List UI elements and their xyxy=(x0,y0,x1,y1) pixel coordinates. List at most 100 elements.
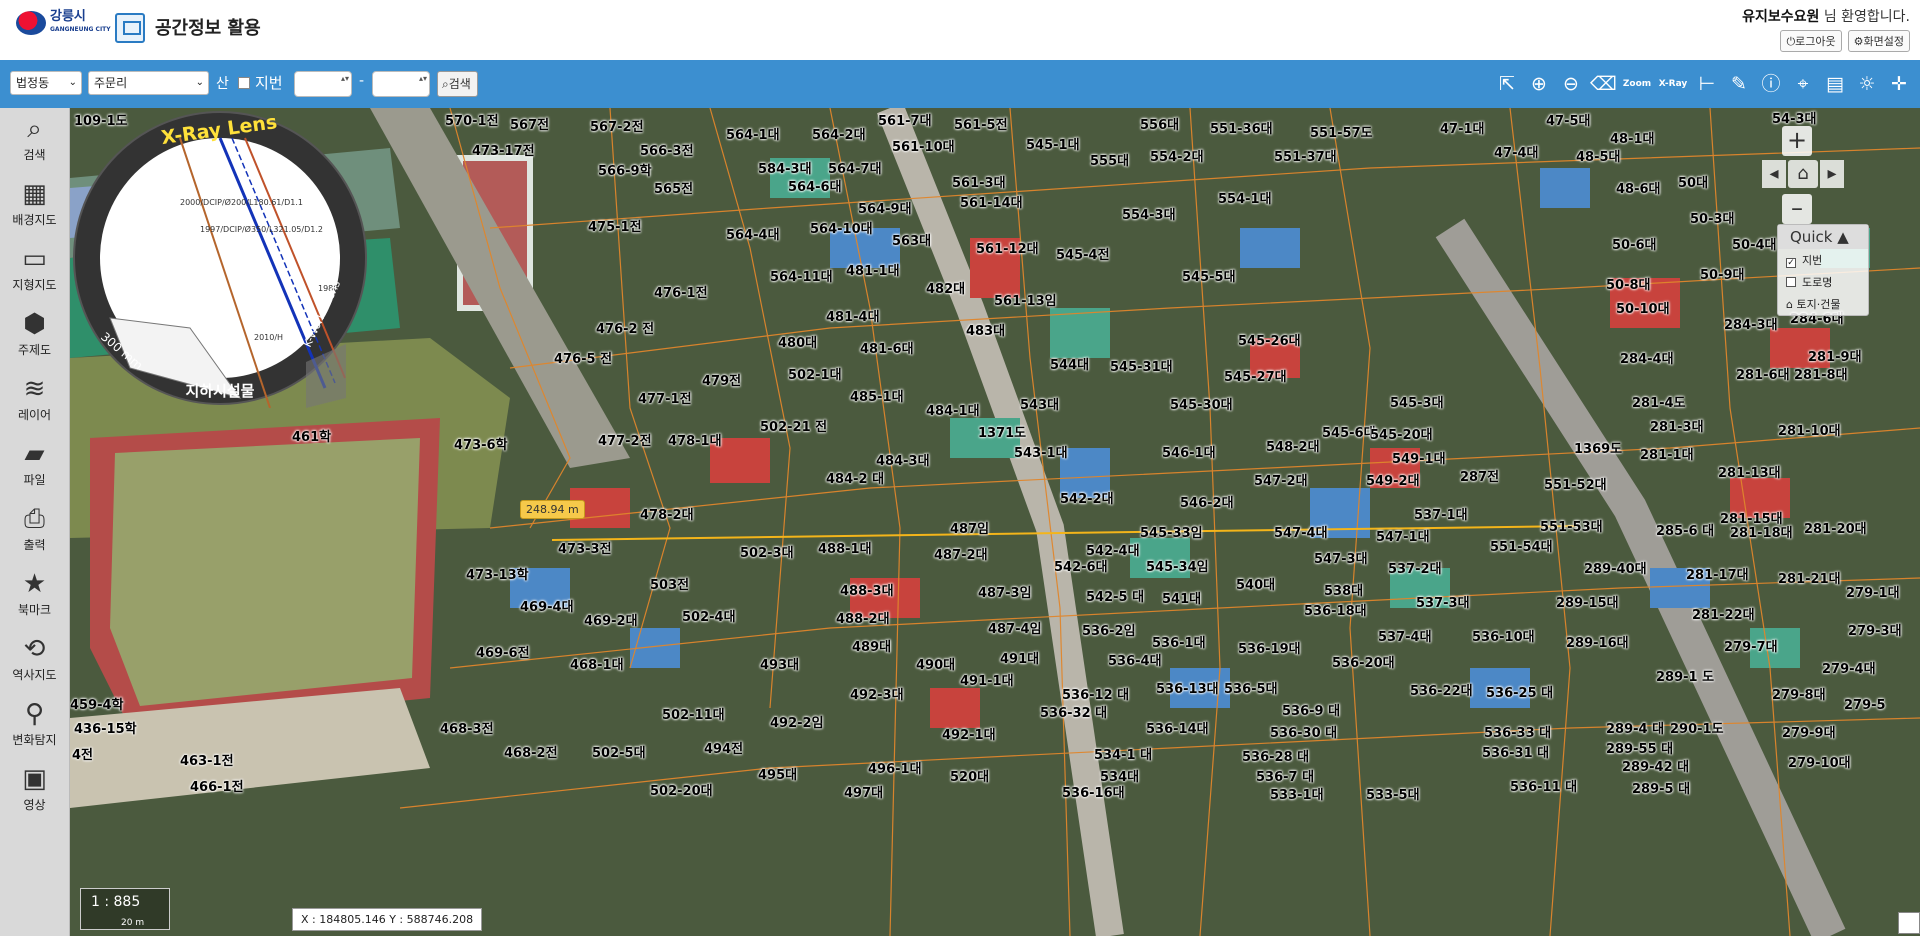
zoom-in-button[interactable]: + xyxy=(1782,126,1812,156)
quick-panel-header[interactable]: Quick ▲ xyxy=(1778,225,1868,249)
zoom-out-button[interactable]: – xyxy=(1782,194,1812,224)
ri-select[interactable]: 주문리 ⌄ xyxy=(88,71,209,95)
eraser-icon[interactable]: ⌫ xyxy=(1590,70,1617,98)
pan-right-button[interactable]: ▸ xyxy=(1820,160,1844,188)
screen-settings-button[interactable]: ⚙화면설정 xyxy=(1847,30,1910,52)
sidebar-item-print[interactable]: ⎙ 출력 xyxy=(0,498,69,563)
home-icon[interactable]: ⌂ xyxy=(1788,160,1818,188)
parcel-label: 545-20대 xyxy=(1370,428,1433,443)
parcel-label: 281-13대 xyxy=(1718,466,1781,481)
parcel-label: 536-22대 xyxy=(1410,684,1473,699)
map-book-icon[interactable]: ▤ xyxy=(1822,70,1848,98)
quick-item-jibun[interactable]: ✓ 지번 xyxy=(1778,249,1868,271)
parcel-label: 561-12대 xyxy=(976,242,1039,257)
logout-button[interactable]: ⏻로그아웃 xyxy=(1780,30,1842,52)
main-number-input[interactable] xyxy=(294,71,352,97)
app-header: 강릉시 GANGNEUNG CITY 공간정보 활용 유지보수요원 님 환영합니다… xyxy=(0,0,1920,60)
parcel-label: 566-9학 xyxy=(598,164,652,179)
parcel-label: 502-20대 xyxy=(650,784,713,799)
identify-icon[interactable]: ⌖ xyxy=(1790,70,1816,98)
parcel-label: 536-30 대 xyxy=(1270,726,1338,741)
parcel-label: 566-3전 xyxy=(640,144,694,159)
quick-item-road[interactable]: 도로명 xyxy=(1778,271,1868,293)
sidebar-item-change[interactable]: ⚲ 변화탐지 xyxy=(0,693,69,758)
sidebar-item-terrain[interactable]: ▭ 지형지도 xyxy=(0,238,69,303)
parcel-label: 436-15학 xyxy=(74,722,137,737)
city-logo[interactable]: 강릉시 GANGNEUNG CITY xyxy=(16,10,111,36)
select-arrow-icon[interactable]: ⇱ xyxy=(1494,70,1520,98)
parcel-label: 561-7대 xyxy=(878,114,932,129)
zoom-text[interactable]: Zoom xyxy=(1622,70,1652,98)
parcel-label: 482대 xyxy=(926,282,966,297)
san-checkbox[interactable] xyxy=(238,77,250,89)
parcel-label: 290-1도 xyxy=(1670,722,1724,737)
pan-left-button[interactable]: ◂ xyxy=(1762,160,1786,188)
jibun-label: 지번 xyxy=(255,74,283,92)
parcel-label: 584-3대 xyxy=(758,162,812,177)
lightbulb-icon[interactable]: ☼ xyxy=(1854,70,1880,98)
parcel-label: 502-11대 xyxy=(662,708,725,723)
sidebar-item-layer[interactable]: ≋ 레이어 xyxy=(0,368,69,433)
parcel-label: 47-4대 xyxy=(1494,146,1539,161)
parcel-label: 537-2대 xyxy=(1388,562,1442,577)
sidebar-label: 북마크 xyxy=(17,603,52,617)
city-emblem-icon xyxy=(16,11,46,35)
parcel-label: 551-53대 xyxy=(1540,520,1603,535)
parcel-label: 48-5대 xyxy=(1576,150,1621,165)
map-view[interactable]: 109-1도573학570-1전567전567-2전566-3전564-1대56… xyxy=(70,108,1920,936)
history-icon: ⟲ xyxy=(23,634,46,664)
parcel-label: 567-2전 xyxy=(590,120,644,135)
parcel-label: 50-6대 xyxy=(1612,238,1657,253)
sub-number-input[interactable] xyxy=(372,71,430,97)
folder-icon: ▰ xyxy=(24,439,45,469)
scale-length: 20 m xyxy=(121,918,145,928)
sidebar-label: 출력 xyxy=(23,538,46,552)
parcel-label: 536-28 대 xyxy=(1242,750,1310,765)
parcel-label: 502-1대 xyxy=(788,368,842,383)
parcel-label: 50-9대 xyxy=(1700,268,1745,283)
sidebar-item-history[interactable]: ⟲ 역사지도 xyxy=(0,628,69,693)
chevron-up-icon: ▲ xyxy=(1837,228,1849,246)
sidebar-item-bookmark[interactable]: ★ 북마크 xyxy=(0,563,69,628)
xray-lens[interactable]: 2000/DCIP/Ø200/L180.61/D1.1 1997/DCIP/Ø3… xyxy=(70,108,370,408)
parcel-label: 468-3전 xyxy=(440,722,494,737)
parcel-label: 469-2대 xyxy=(584,614,638,629)
parcel-label: 545-3대 xyxy=(1390,396,1444,411)
parcel-label: 487-2대 xyxy=(934,548,988,563)
parcel-label: 534-1 대 xyxy=(1094,748,1153,763)
xray-pipe-label-1: 2000/DCIP/Ø200/L180.61/D1.1 xyxy=(180,197,303,207)
sidebar-item-basemap[interactable]: ▦ 배경지도 xyxy=(0,173,69,238)
search-button[interactable]: ⌕검색 xyxy=(437,71,478,97)
zoom-in-tool-icon[interactable]: ⊕ xyxy=(1526,70,1552,98)
quick-item-land-building[interactable]: ⌂ 토지·건물 xyxy=(1778,293,1868,315)
power-icon: ⏻ xyxy=(1786,35,1796,48)
distance-measure-label: 248.94 m xyxy=(520,500,585,519)
crosshair-icon[interactable]: ✛ xyxy=(1886,70,1912,98)
parcel-label: 548-2대 xyxy=(1266,440,1320,455)
parcel-label: 47-5대 xyxy=(1546,114,1591,129)
sidebar-label: 변화탐지 xyxy=(12,733,57,747)
parcel-label: 564-11대 xyxy=(770,270,833,285)
xray-text[interactable]: X-Ray xyxy=(1658,70,1688,98)
parcel-label: 547-3대 xyxy=(1314,552,1368,567)
zoom-out-tool-icon[interactable]: ⊖ xyxy=(1558,70,1584,98)
parcel-label: 551-52대 xyxy=(1544,478,1607,493)
expand-corner-icon[interactable] xyxy=(1898,912,1920,934)
dong-select[interactable]: 법정동 ⌄ xyxy=(10,71,82,95)
parcel-label: 473-6학 xyxy=(454,438,508,453)
parcel-label: 279-9대 xyxy=(1782,726,1836,741)
pencil-icon[interactable]: ✎ xyxy=(1726,70,1752,98)
sidebar-item-file[interactable]: ▰ 파일 xyxy=(0,433,69,498)
parcel-label: 545-5대 xyxy=(1182,270,1236,285)
info-icon[interactable]: ⓘ xyxy=(1758,70,1784,98)
sidebar-label: 주제도 xyxy=(17,343,52,357)
parcel-label: 459-4학 xyxy=(70,698,124,713)
sidebar-item-search[interactable]: ⌕ 검색 xyxy=(0,108,69,173)
parcel-label: 561-5전 xyxy=(954,118,1008,133)
sidebar-item-video[interactable]: ▣ 영상 xyxy=(0,758,69,823)
sidebar-label: 레이어 xyxy=(17,408,52,422)
ruler-icon[interactable]: ⊢ xyxy=(1694,70,1720,98)
ri-select-value: 주문리 xyxy=(94,76,128,90)
parcel-label: 554-3대 xyxy=(1122,208,1176,223)
sidebar-item-theme[interactable]: ⬢ 주제도 xyxy=(0,303,69,368)
